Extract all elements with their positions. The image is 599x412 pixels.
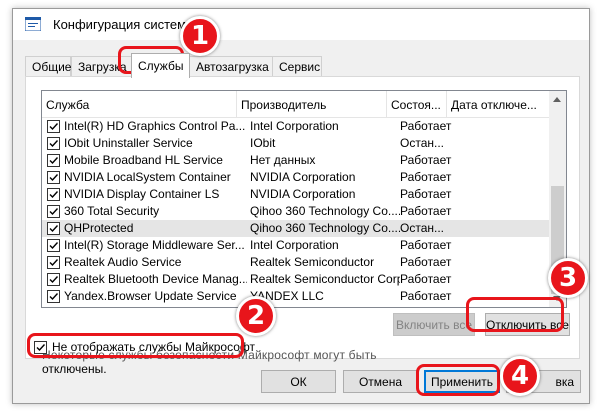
table-row[interactable]: IObit Uninstaller Service IObit Остан... xyxy=(42,135,550,152)
service-vendor: Realtek Semiconductor Corp. xyxy=(250,272,400,286)
service-name: IObit Uninstaller Service xyxy=(64,136,193,150)
service-checkbox[interactable] xyxy=(47,171,60,184)
service-vendor: Intel Corporation xyxy=(250,238,339,252)
checkmark-icon xyxy=(49,225,59,233)
table-row[interactable]: NVIDIA Display Container LS NVIDIA Corpor… xyxy=(42,186,550,203)
highlight-hide-checkbox xyxy=(27,333,244,358)
service-status: Работает xyxy=(400,272,452,286)
services-list: Служба Производитель Состоя... Дата откл… xyxy=(41,90,567,308)
service-name: NVIDIA LocalSystem Container xyxy=(64,170,231,184)
service-status: Работает xyxy=(400,238,452,252)
checkmark-icon xyxy=(49,140,59,148)
table-row[interactable]: Mobile Broadband HL Service Нет данных Раб… xyxy=(42,152,550,169)
highlight-disable-all xyxy=(466,297,564,332)
service-status: Работает xyxy=(400,289,452,303)
service-name: 360 Total Security xyxy=(64,204,160,218)
step-badge-1: 1 xyxy=(180,16,220,56)
service-name: QHProtected xyxy=(64,221,134,235)
list-rows: Intel(R) HD Graphics Control Pa... Intel … xyxy=(42,118,550,305)
column-header-vendor[interactable]: Производитель xyxy=(237,91,387,118)
service-vendor: YANDEX LLC xyxy=(250,289,324,303)
checkmark-icon xyxy=(49,191,59,199)
service-checkbox[interactable] xyxy=(47,256,60,269)
security-note-line2: отключены. xyxy=(42,362,107,376)
service-vendor: Нет данных xyxy=(250,153,316,167)
tab-services[interactable]: Службы xyxy=(131,53,190,78)
service-status: Остан... xyxy=(400,221,444,235)
table-row[interactable]: Realtek Bluetooth Device Manag... Realtek… xyxy=(42,271,550,288)
enable-all-button[interactable]: Включить все xyxy=(393,313,475,336)
service-checkbox[interactable] xyxy=(47,239,60,252)
step-badge-3: 3 xyxy=(548,258,588,298)
column-header-status[interactable]: Состоя... xyxy=(387,91,447,118)
checkmark-icon xyxy=(49,242,59,250)
service-name: Realtek Bluetooth Device Manag... xyxy=(64,272,247,286)
service-checkbox[interactable] xyxy=(47,137,60,150)
table-row[interactable]: NVIDIA LocalSystem Container NVIDIA Corpo… xyxy=(42,169,550,186)
step-badge-2: 2 xyxy=(236,296,276,336)
service-checkbox[interactable] xyxy=(47,154,60,167)
service-checkbox[interactable] xyxy=(47,120,60,133)
service-checkbox[interactable] xyxy=(47,205,60,218)
table-row[interactable]: Realtek Audio Service Realtek Semiconduct… xyxy=(42,254,550,271)
service-name: NVIDIA Display Container LS xyxy=(64,187,220,201)
service-status: Работает xyxy=(400,153,452,167)
app-icon xyxy=(25,17,41,31)
ok-button[interactable]: ОК xyxy=(261,370,336,393)
service-name: Intel(R) HD Graphics Control Pa... xyxy=(64,119,246,133)
service-name: Intel(R) Storage Middleware Ser... xyxy=(64,238,245,252)
service-status: Работает xyxy=(400,119,452,133)
tab-tools[interactable]: Сервис xyxy=(272,56,322,77)
service-name: Realtek Audio Service xyxy=(64,255,182,269)
service-name: Yandex.Browser Update Service xyxy=(64,289,237,303)
table-row[interactable]: QHProtected Qihoo 360 Technology Co.... Ос… xyxy=(42,220,550,237)
service-vendor: NVIDIA Corporation xyxy=(250,187,356,201)
checkmark-icon xyxy=(49,293,59,301)
table-row[interactable]: 360 Total Security Qihoo 360 Technology C… xyxy=(42,203,550,220)
service-vendor: Qihoo 360 Technology Co.... xyxy=(250,204,400,218)
highlight-apply xyxy=(416,364,500,396)
table-row[interactable]: Intel(R) HD Graphics Control Pa... Intel … xyxy=(42,118,550,135)
service-status: Остан... xyxy=(400,136,444,150)
service-name: Mobile Broadband HL Service xyxy=(64,153,223,167)
service-vendor: IObit xyxy=(250,136,276,150)
window-title: Конфигурация системы xyxy=(53,17,196,32)
step-badge-4: 4 xyxy=(500,356,540,396)
service-checkbox[interactable] xyxy=(47,222,60,235)
tab-general[interactable]: Общие xyxy=(25,56,71,77)
checkmark-icon xyxy=(49,123,59,131)
service-vendor: NVIDIA Corporation xyxy=(250,170,356,184)
checkmark-icon xyxy=(49,174,59,182)
column-header-disabled-date[interactable]: Дата отключе... xyxy=(447,91,550,118)
column-header-service[interactable]: Служба xyxy=(42,91,237,118)
service-status: Работает xyxy=(400,170,452,184)
service-status: Работает xyxy=(400,187,452,201)
list-header: Служба Производитель Состоя... Дата откл… xyxy=(42,91,550,118)
service-vendor: Intel Corporation xyxy=(250,119,339,133)
scroll-up-icon[interactable] xyxy=(553,97,561,102)
service-checkbox[interactable] xyxy=(47,290,60,303)
service-status: Работает xyxy=(400,204,452,218)
cancel-button[interactable]: Отмена xyxy=(343,370,418,393)
service-checkbox[interactable] xyxy=(47,273,60,286)
checkmark-icon xyxy=(49,157,59,165)
service-vendor: Realtek Semiconductor xyxy=(250,255,375,269)
checkmark-icon xyxy=(49,259,59,267)
table-row[interactable]: Intel(R) Storage Middleware Ser... Intel … xyxy=(42,237,550,254)
checkmark-icon xyxy=(49,208,59,216)
service-vendor: Qihoo 360 Technology Co.... xyxy=(250,221,400,235)
service-status: Работает xyxy=(400,255,452,269)
checkmark-icon xyxy=(49,276,59,284)
tab-startup[interactable]: Автозагрузка xyxy=(189,56,273,77)
service-checkbox[interactable] xyxy=(47,188,60,201)
title-bar: Конфигурация системы xyxy=(13,9,589,40)
